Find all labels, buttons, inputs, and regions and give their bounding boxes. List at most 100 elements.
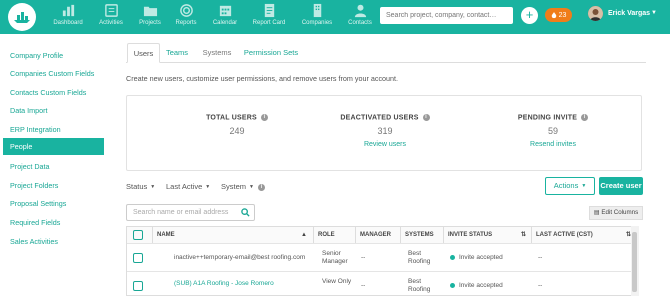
user-role: Senior Manager [322,250,348,265]
column-header-manager[interactable]: MANAGER [356,227,401,243]
nav-projects[interactable]: Projects [130,3,170,33]
select-all-header [127,227,153,243]
stat-label: PENDING INVITE [517,114,578,122]
info-icon[interactable]: i [422,114,430,121]
stat-label: TOTAL USERS [206,114,257,122]
user-systems: Best Roofing [408,278,431,293]
filter-label: System [221,182,247,191]
chevron-down-icon: ▼ [581,183,587,190]
invite-status-label: Invite accepted [459,254,503,261]
nav-label: Reports [175,20,197,26]
company-logo[interactable] [8,3,36,31]
user-name[interactable]: inactive++temporary-email@best roofing.c… [174,254,305,262]
sidebar-item-sales-activities[interactable]: Sales Activities [3,233,104,250]
tab-systems[interactable]: Systems [198,43,236,63]
system-filter[interactable]: System ▼ i [221,182,265,191]
nav-activities[interactable]: Activities [91,3,131,33]
column-header-invite-status[interactable]: INVITE STATUS ⇅ [444,227,532,243]
calendar-list-icon [104,4,118,17]
search-icon[interactable] [241,208,250,217]
nav-label: Activities [99,20,123,26]
sort-ascending-icon[interactable]: ▲ [301,227,307,243]
nav-calendar[interactable]: Calendar [205,3,245,33]
avatar[interactable] [588,6,603,21]
sidebar-item-people[interactable]: People [3,138,104,155]
invite-status-label: Invite accepted [459,282,503,289]
sidebar-item-company-profile[interactable]: Company Profile [3,47,104,64]
column-header-systems[interactable]: SYSTEMS [401,227,444,243]
user-search-input[interactable]: Search name or email address [126,204,255,221]
info-icon[interactable]: i [581,114,589,121]
global-search-input[interactable] [380,7,513,24]
actions-button[interactable]: Actions ▼ [545,177,595,195]
status-filter[interactable]: Status ▼ [126,182,155,191]
chevron-down-icon: ▼ [150,184,156,191]
sidebar-item-project-data[interactable]: Project Data [3,158,104,175]
bar-chart-icon [62,4,74,17]
notifications-badge[interactable]: 23 [545,8,572,22]
column-label: MANAGER [360,232,391,238]
sidebar-item-required-fields[interactable]: Required Fields [3,214,104,231]
row-checkbox[interactable] [133,281,143,291]
review-users-link[interactable]: Review users [325,141,445,148]
scrollbar-thumb[interactable] [632,232,637,292]
row-checkbox[interactable] [133,253,143,263]
filter-label: Last Active [166,182,203,191]
select-all-checkbox[interactable] [133,230,143,240]
tab-bar: Users Teams Systems Permission Sets [126,43,646,63]
resend-invites-link[interactable]: Resend invites [493,141,613,148]
sidebar-item-proposal-settings[interactable]: Proposal Settings [3,195,104,212]
stat-value: 249 [229,126,245,137]
sidebar-item-companies-custom-fields[interactable]: Companies Custom Fields [3,65,104,82]
table-row[interactable]: (SUB) A1A Roofing - Jose Romero View Onl… [127,271,636,299]
user-name[interactable]: Erick Vargas [608,10,650,17]
sidebar-item-erp-integration[interactable]: ERP Integration [3,121,104,138]
sort-icon[interactable]: ⇅ [521,227,526,243]
nav-dashboard[interactable]: Dashboard [48,3,88,33]
tab-users[interactable]: Users [127,43,160,63]
main-content: Users Teams Systems Permission Sets Crea… [126,34,670,296]
user-manager: -- [361,254,366,261]
nav-report-card[interactable]: Report Card [249,3,289,33]
info-icon[interactable]: i [257,183,265,191]
create-user-button[interactable]: Create user [599,177,643,195]
chevron-down-icon: ▼ [249,184,254,191]
invite-status: Invite accepted [450,282,503,290]
sidebar-item-data-import[interactable]: Data Import [3,102,104,119]
column-header-role[interactable]: ROLE [314,227,356,243]
nav-companies[interactable]: Companies [297,3,337,33]
notification-count: 23 [558,11,567,19]
last-active-filter[interactable]: Last Active ▼ [166,182,210,191]
search-placeholder: Search name or email address [133,209,229,216]
status-dot [450,254,455,260]
user-avatar-icon [588,6,603,21]
page-description: Create new users, customize user permiss… [126,74,399,83]
ship-logo-icon [14,12,30,23]
status-dot [450,282,455,288]
nav-label: Report Card [252,20,286,26]
folder-icon [143,6,157,17]
stat-value: 59 [547,126,558,137]
edit-columns-label: Edit Columns [601,209,639,216]
chevron-down-icon[interactable]: ▼ [651,10,657,16]
add-button[interactable]: + [521,7,538,24]
sidebar-item-contacts-custom-fields[interactable]: Contacts Custom Fields [3,84,104,101]
column-header-name[interactable]: NAME ▲ [153,227,314,243]
info-icon[interactable]: i [260,114,268,121]
user-name[interactable]: (SUB) A1A Roofing - Jose Romero [174,280,274,288]
table-scrollbar[interactable] [631,226,639,296]
column-header-last-active[interactable]: LAST ACTIVE (CST) ⇅ [532,227,636,243]
sidebar-item-project-folders[interactable]: Project Folders [3,177,104,194]
nav-reports[interactable]: Reports [166,3,206,33]
nav-label: Dashboard [53,20,83,26]
nav-contacts[interactable]: Contacts [340,3,380,33]
stat-value: 319 [377,126,393,137]
users-table: NAME ▲ ROLE MANAGER SYSTEMS INVITE STATUS… [126,226,637,296]
edit-columns-button[interactable]: ▤ Edit Columns [589,206,643,220]
tab-permission-sets[interactable]: Permission Sets [242,43,300,63]
table-row[interactable]: inactive++temporary-email@best roofing.c… [127,243,636,271]
person-icon [354,4,366,18]
top-navigation-bar: Dashboard Activities Projects Reports Ca… [0,0,670,34]
tab-teams[interactable]: Teams [162,43,192,63]
flame-icon [551,11,556,18]
